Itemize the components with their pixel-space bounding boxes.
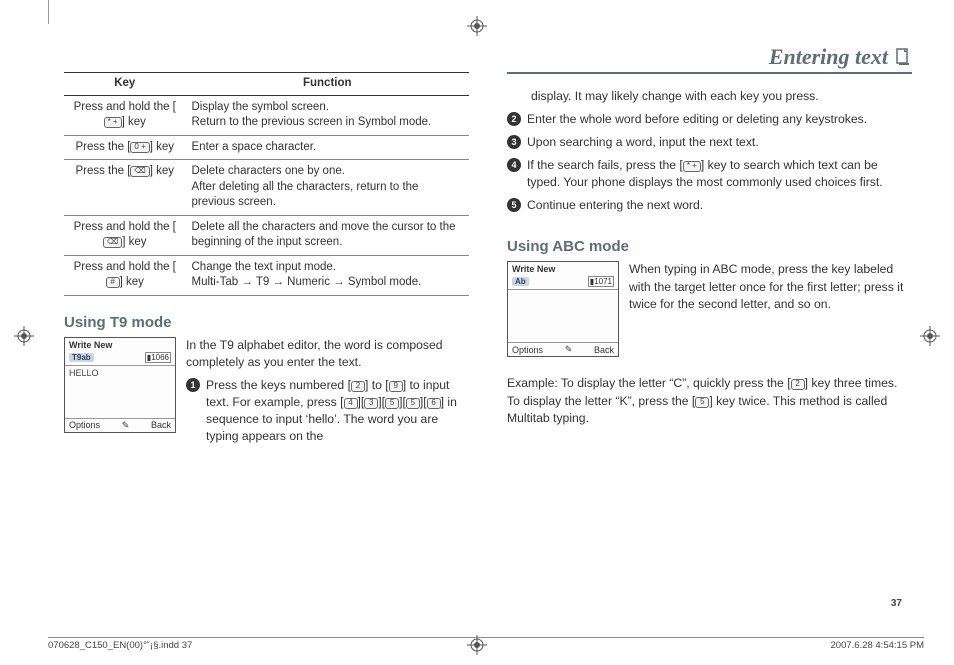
input-mode-badge: Ab	[512, 277, 529, 286]
step-text: Press the keys numbered [2] to [9] to in…	[206, 377, 469, 445]
table-cell-key: Press and hold the [* +] key	[64, 95, 186, 135]
step-text: If the search fails, press the [* +] key…	[527, 157, 912, 191]
key-icon: #	[106, 277, 120, 288]
table-row: Press and hold the [* +] key Display the…	[64, 95, 469, 135]
phone-screen-title: Write New	[65, 338, 175, 352]
page-number: 37	[891, 598, 902, 609]
key-icon: 0 +	[130, 142, 149, 153]
chapter-title: Entering text	[769, 44, 888, 70]
step-item: 4 If the search fails, press the [* +] ke…	[507, 157, 912, 191]
table-cell-key: Press the [0 +] key	[64, 135, 186, 160]
table-cell-fn: Delete characters one by one. After dele…	[186, 160, 470, 216]
phone-screen-abc: Write New Ab ▮1071 Options ✎ Back	[507, 261, 619, 357]
step1-continuation: display. It may likely change with each …	[507, 88, 912, 105]
table-cell-key: Press and hold the [#] key	[64, 255, 186, 295]
key-icon: 5	[406, 398, 420, 409]
step-text: Continue entering the next word.	[527, 197, 912, 214]
registration-mark-icon	[467, 16, 487, 36]
pencil-icon: ✎	[122, 420, 130, 431]
step-number-icon: 5	[507, 198, 521, 212]
table-cell-key: Press and hold the [⌫] key	[64, 215, 186, 255]
registration-mark-icon	[14, 326, 34, 346]
battery-icon: ▮1071	[588, 276, 614, 287]
registration-mark-icon	[920, 326, 940, 346]
abc-block: Write New Ab ▮1071 Options ✎ Back When t…	[507, 261, 912, 357]
phone-screen-title: Write New	[508, 262, 618, 276]
left-column: Key Function Press and hold the [* +] ke…	[64, 44, 469, 613]
phone-screen-t9: Write New T9ab ▮1066 HELLO Options ✎ Bac…	[64, 337, 176, 433]
right-column: Entering text display. It may likely cha…	[507, 44, 912, 613]
abc-example: Example: To display the letter “C”, quic…	[507, 375, 912, 426]
table-cell-fn: Change the text input mode. Multi-Tab → …	[186, 255, 470, 295]
key-icon: 3	[364, 398, 378, 409]
table-row: Press and hold the [#] key Change the te…	[64, 255, 469, 295]
battery-icon: ▮1066	[145, 352, 171, 363]
key-icon: 2	[791, 379, 805, 390]
input-mode-badge: T9ab	[69, 353, 94, 362]
step-item: 5 Continue entering the next word.	[507, 197, 912, 214]
step-number-icon: 1	[186, 378, 200, 392]
step-number-icon: 3	[507, 135, 521, 149]
pencil-icon: ✎	[565, 344, 573, 355]
table-row: Press the [⌫] key Delete characters one …	[64, 160, 469, 216]
step-text: Enter the whole word before editing or d…	[527, 111, 912, 128]
key-icon: 5	[385, 398, 399, 409]
key-icon: ⌫	[130, 166, 149, 177]
key-icon: 9	[389, 381, 403, 392]
step-text: Upon searching a word, input the next te…	[527, 134, 912, 151]
softkey-left: Options	[512, 345, 543, 355]
t9-intro-and-step1: In the T9 alphabet editor, the word is c…	[186, 337, 469, 451]
chapter-header: Entering text	[507, 44, 912, 74]
section-heading-abc: Using ABC mode	[507, 238, 912, 255]
key-icon: 2	[351, 381, 365, 392]
abc-paragraph: When typing in ABC mode, press the key l…	[629, 261, 912, 312]
softkey-right: Back	[151, 420, 171, 430]
step-item: 3 Upon searching a word, input the next t…	[507, 134, 912, 151]
key-icon: ⌫	[103, 237, 122, 248]
table-header-key: Key	[64, 73, 186, 96]
softkey-right: Back	[594, 345, 614, 355]
crop-mark	[48, 0, 49, 24]
step-number-icon: 2	[507, 112, 521, 126]
phone-screen-body	[508, 290, 618, 342]
table-cell-fn: Display the symbol screen. Return to the…	[186, 95, 470, 135]
print-footer: 070628_C150_EN(00)°˘¡§.indd 37 2007.6.28…	[48, 637, 924, 651]
t9-block: Write New T9ab ▮1066 HELLO Options ✎ Bac…	[64, 337, 469, 451]
key-function-table: Key Function Press and hold the [* +] ke…	[64, 72, 469, 296]
document-icon	[894, 48, 912, 66]
table-cell-fn: Delete all the characters and move the c…	[186, 215, 470, 255]
step-number-icon: 4	[507, 158, 521, 172]
t9-steps-continued: display. It may likely change with each …	[507, 88, 912, 220]
phone-screen-body: HELLO	[65, 366, 175, 418]
t9-intro: In the T9 alphabet editor, the word is c…	[186, 337, 469, 371]
key-icon: 5	[695, 397, 709, 408]
key-icon: * +	[104, 117, 122, 128]
step-item: 1 Press the keys numbered [2] to [9] to …	[186, 377, 469, 445]
key-icon: 4	[344, 398, 358, 409]
table-row: Press and hold the [⌫] key Delete all th…	[64, 215, 469, 255]
step-item: 2 Enter the whole word before editing or …	[507, 111, 912, 128]
softkey-left: Options	[69, 420, 100, 430]
table-header-function: Function	[186, 73, 470, 96]
section-heading-t9: Using T9 mode	[64, 314, 469, 331]
table-cell-key: Press the [⌫] key	[64, 160, 186, 216]
table-cell-fn: Enter a space character.	[186, 135, 470, 160]
page-content: Key Function Press and hold the [* +] ke…	[64, 44, 912, 613]
key-icon: 6	[427, 398, 441, 409]
footer-timestamp: 2007.6.28 4:54:15 PM	[831, 640, 925, 651]
key-icon: * +	[683, 161, 701, 172]
footer-filename: 070628_C150_EN(00)°˘¡§.indd 37	[48, 640, 192, 651]
table-row: Press the [0 +] key Enter a space charac…	[64, 135, 469, 160]
